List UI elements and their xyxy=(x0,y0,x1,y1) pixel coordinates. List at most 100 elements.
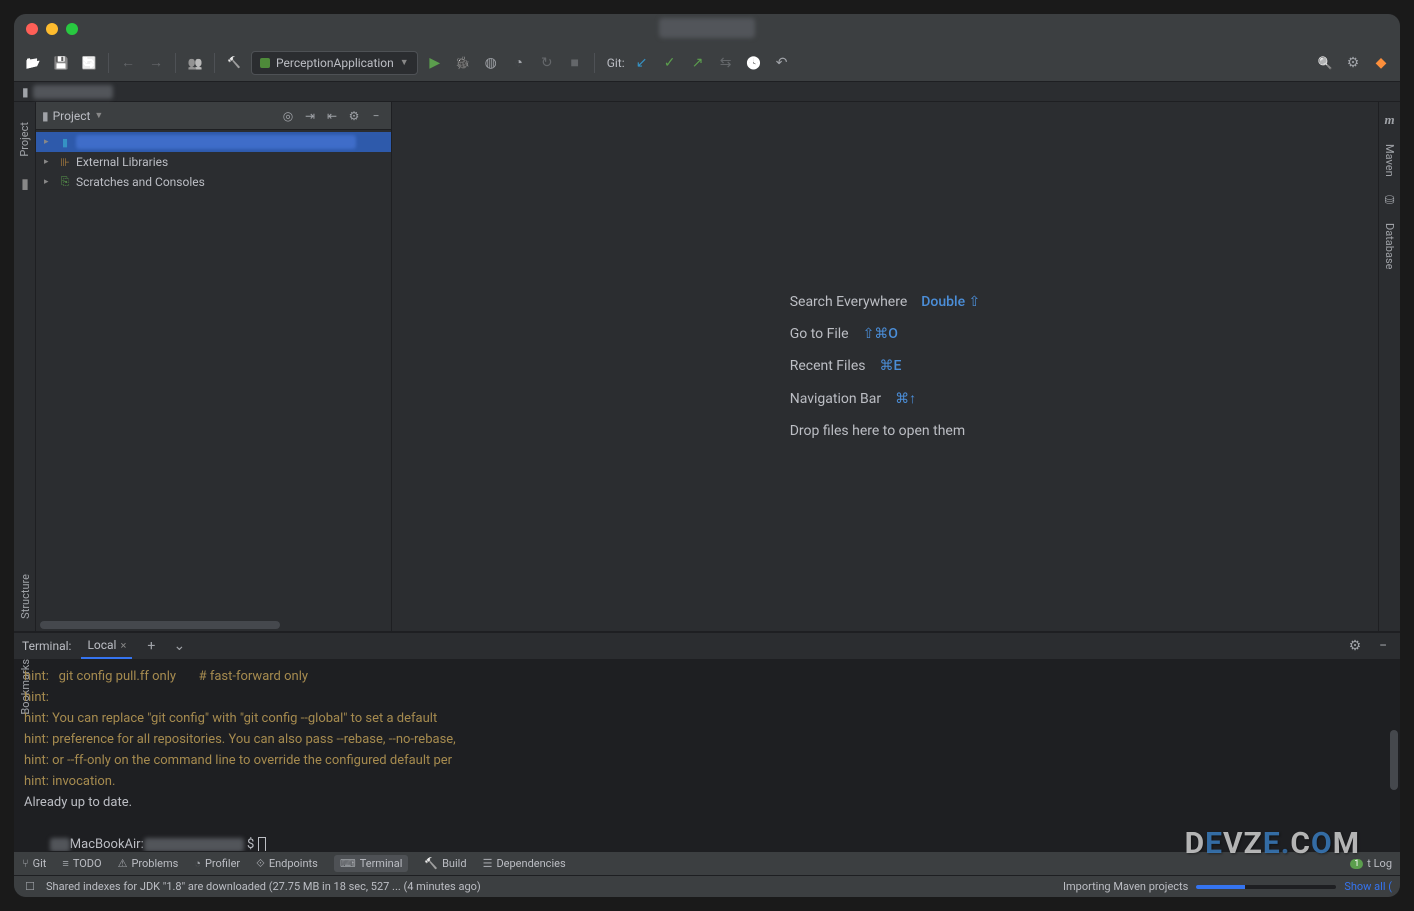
tree-item-external-libraries[interactable]: ▸ ⊪ External Libraries xyxy=(36,152,391,172)
quick-access-icon[interactable] xyxy=(22,879,38,895)
maximize-window-button[interactable] xyxy=(66,23,78,35)
git-update-icon[interactable] xyxy=(715,52,737,74)
main-toolbar: PerceptionApplication ▼ Git: ◆ xyxy=(14,44,1400,82)
git-commit-icon[interactable] xyxy=(659,52,681,74)
editor-hints: Search Everywhere Double ⇧ Go to File ⇧⌘… xyxy=(790,294,981,439)
git-label: Git: xyxy=(607,56,625,70)
coverage-icon[interactable] xyxy=(480,52,502,74)
project-panel-title[interactable]: ▮ Project ▼ xyxy=(42,109,103,123)
tree-item-scratches[interactable]: ▸ ⎘ Scratches and Consoles xyxy=(36,172,391,192)
project-tool-tab[interactable]: Project xyxy=(18,122,31,157)
stop-icon[interactable] xyxy=(564,52,586,74)
terminal-line: hint: You can replace "git config" with … xyxy=(24,708,1390,729)
navigation-bar[interactable]: ▮ xyxy=(14,82,1400,102)
tree-item-label: Scratches and Consoles xyxy=(76,175,205,189)
sync-icon[interactable] xyxy=(78,52,100,74)
tab-profiler[interactable]: Profiler xyxy=(194,857,240,870)
show-all-link[interactable]: Show all ( xyxy=(1344,880,1392,893)
hide-panel-icon[interactable] xyxy=(367,107,385,125)
terminal-settings-icon[interactable] xyxy=(1346,637,1364,655)
prompt-host: MacBookAir: xyxy=(70,837,144,851)
hint-shortcut: ⇧⌘O xyxy=(863,326,898,342)
expand-arrow-icon[interactable]: ▸ xyxy=(44,137,54,147)
git-rollback-icon[interactable] xyxy=(771,52,793,74)
horizontal-scrollbar[interactable] xyxy=(40,621,280,629)
database-tool-tab[interactable]: Database xyxy=(1383,223,1396,269)
build-icon[interactable] xyxy=(223,52,245,74)
tab-git[interactable]: Git xyxy=(22,857,46,870)
terminal-scrollbar[interactable] xyxy=(1390,730,1398,790)
tab-problems[interactable]: Problems xyxy=(118,857,179,870)
tab-event-log[interactable]: 1t Log xyxy=(1350,857,1392,870)
terminal-line: hint: preference for all repositories. Y… xyxy=(24,729,1390,750)
main-area: Project ▮ ▮ Project ▼ ▸ xyxy=(14,102,1400,631)
close-tab-icon[interactable]: × xyxy=(120,639,126,652)
build-icon xyxy=(424,857,438,870)
search-everywhere-icon[interactable] xyxy=(1314,52,1336,74)
terminal-line: Already up to date. xyxy=(24,792,1390,813)
editor-empty-state[interactable]: Search Everywhere Double ⇧ Go to File ⇧⌘… xyxy=(392,102,1378,631)
event-log-badge: 1 xyxy=(1350,859,1363,869)
expand-all-icon[interactable] xyxy=(301,107,319,125)
debug-icon[interactable] xyxy=(452,52,474,74)
terminal-tab-local[interactable]: Local × xyxy=(81,633,132,659)
hint-recent-files: Recent Files ⌘E xyxy=(790,358,981,374)
folder-icon: ▮ xyxy=(58,135,72,149)
panel-settings-icon[interactable] xyxy=(345,107,363,125)
structure-tool-tab[interactable]: Structure xyxy=(19,574,32,619)
progress-bar[interactable] xyxy=(1196,885,1336,889)
terminal-dropdown-icon[interactable] xyxy=(170,637,188,655)
terminal-icon xyxy=(340,857,356,870)
git-icon xyxy=(22,857,29,870)
tab-label: Terminal xyxy=(360,857,403,870)
status-bar: Shared indexes for JDK "1.8" are downloa… xyxy=(14,875,1400,897)
database-tab-label: Database xyxy=(1383,223,1396,269)
git-history-icon[interactable] xyxy=(743,52,765,74)
tab-endpoints[interactable]: Endpoints xyxy=(256,857,318,871)
run-icon[interactable] xyxy=(424,52,446,74)
hide-terminal-icon[interactable] xyxy=(1374,637,1392,655)
minimize-window-button[interactable] xyxy=(46,23,58,35)
settings-icon[interactable] xyxy=(1342,52,1364,74)
hint-shortcut: Double ⇧ xyxy=(921,294,980,310)
scratches-icon: ⎘ xyxy=(58,175,72,189)
select-opened-file-icon[interactable] xyxy=(279,107,297,125)
status-task: Importing Maven projects xyxy=(1063,880,1188,893)
run-configuration-selector[interactable]: PerceptionApplication ▼ xyxy=(251,51,418,75)
profiler-icon xyxy=(194,857,201,870)
nav-forward-icon[interactable] xyxy=(145,52,167,74)
new-terminal-icon[interactable] xyxy=(142,637,160,655)
terminal-panel: Terminal: Local × hint: git config pull.… xyxy=(14,631,1400,851)
collapse-all-icon[interactable] xyxy=(323,107,341,125)
git-pull-icon[interactable] xyxy=(631,52,653,74)
project-tree[interactable]: ▸ ▮ ▸ ⊪ External Libraries ▸ ⎘ Scratches… xyxy=(36,130,391,631)
terminal-body[interactable]: hint: git config pull.ff only # fast-for… xyxy=(14,660,1400,851)
hint-go-to-file: Go to File ⇧⌘O xyxy=(790,326,981,342)
tab-dependencies[interactable]: Dependencies xyxy=(483,857,566,870)
tree-root-item[interactable]: ▸ ▮ xyxy=(36,132,391,152)
project-tab-label: Project xyxy=(18,122,31,157)
rerun-icon[interactable] xyxy=(536,52,558,74)
tab-label: Git xyxy=(33,857,47,870)
open-icon[interactable] xyxy=(22,52,44,74)
tab-build[interactable]: Build xyxy=(424,857,466,870)
expand-arrow-icon[interactable]: ▸ xyxy=(44,177,54,187)
run-config-label: PerceptionApplication xyxy=(276,56,394,70)
profile-icon[interactable] xyxy=(508,52,530,74)
close-window-button[interactable] xyxy=(26,23,38,35)
endpoints-icon xyxy=(256,857,265,871)
save-icon[interactable] xyxy=(50,52,72,74)
code-with-me-icon[interactable] xyxy=(184,52,206,74)
folder-tab-icon[interactable]: ▮ xyxy=(17,177,33,193)
terminal-header: Terminal: Local × xyxy=(14,632,1400,660)
separator xyxy=(175,53,176,73)
separator xyxy=(214,53,215,73)
expand-arrow-icon[interactable]: ▸ xyxy=(44,157,54,167)
hint-label: Recent Files xyxy=(790,358,866,374)
tab-todo[interactable]: TODO xyxy=(62,857,101,870)
ide-gradient-icon[interactable]: ◆ xyxy=(1370,52,1392,74)
maven-tool-tab[interactable]: Maven xyxy=(1383,144,1396,177)
git-push-icon[interactable] xyxy=(687,52,709,74)
tab-terminal[interactable]: Terminal xyxy=(334,855,409,872)
nav-back-icon[interactable] xyxy=(117,52,139,74)
